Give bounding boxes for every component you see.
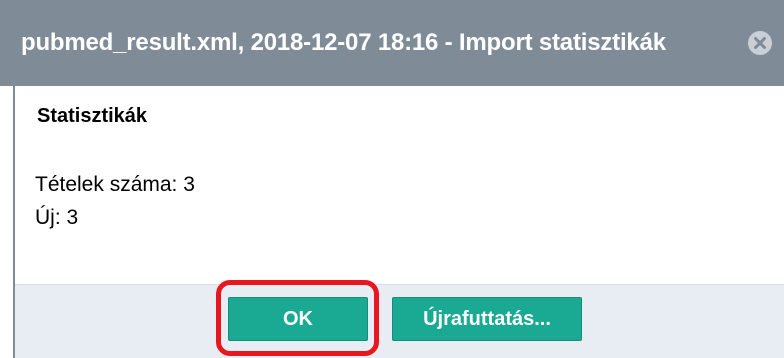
section-title: Statisztikák — [37, 105, 148, 127]
dialog-title: pubmed_result.xml, 2018-12-07 18:16 - Im… — [21, 29, 666, 56]
import-statistics-dialog: pubmed_result.xml, 2018-12-07 18:16 - Im… — [0, 0, 784, 358]
items-count-text: Tételek száma: 3 — [35, 173, 195, 196]
new-count-text: Új: 3 — [35, 206, 79, 229]
rerun-button[interactable]: Újrafuttatás... — [392, 297, 582, 341]
close-icon[interactable] — [748, 31, 772, 55]
ok-button[interactable]: OK — [228, 297, 368, 341]
dialog-titlebar: pubmed_result.xml, 2018-12-07 18:16 - Im… — [0, 0, 784, 86]
